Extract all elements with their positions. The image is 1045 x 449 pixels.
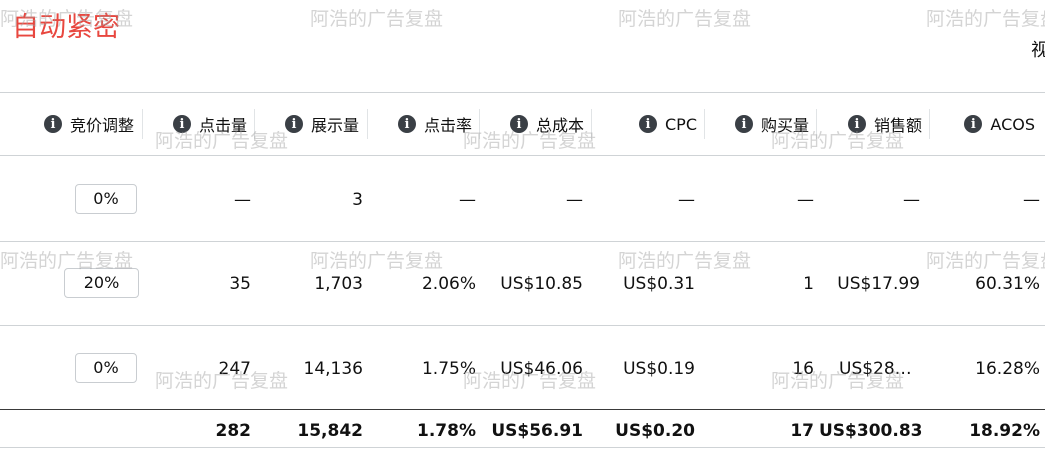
column-divider: [816, 109, 817, 139]
watermark: 阿浩的广告复盘: [618, 250, 752, 272]
info-icon[interactable]: i: [172, 115, 191, 133]
clicks-cell: —: [234, 190, 251, 210]
column-header-label: 竞价调整: [69, 116, 134, 135]
row-divider: [0, 241, 1045, 242]
total-cost: US$56.91: [491, 421, 583, 441]
info-icon[interactable]: i: [964, 115, 983, 133]
sales-cell: US$28…: [839, 359, 912, 379]
column-header-label: 销售额: [873, 116, 922, 135]
impressions-cell: 14,136: [303, 359, 363, 379]
acos-cell: 60.31%: [975, 274, 1040, 294]
column-divider: [929, 109, 930, 139]
ctr-cell: 2.06%: [421, 274, 476, 294]
column-header-label: 点击率: [423, 116, 472, 135]
column-header-total-cost[interactable]: i 总成本: [482, 92, 584, 156]
clicks-cell: 247: [218, 359, 251, 379]
total-impressions: 15,842: [297, 421, 363, 441]
table-header: i 竞价调整 i 点击量 i 展示量 i 点击率 i 总成本 i CPC i 购…: [0, 92, 1045, 156]
ctr-cell: 1.75%: [421, 359, 476, 379]
total-cpc: US$0.20: [615, 421, 695, 441]
column-header-label: CPC: [665, 114, 697, 134]
header-bottom-border: [0, 155, 1045, 156]
cpc-cell: —: [678, 190, 695, 210]
watermark: 阿浩的广告复盘: [926, 8, 1045, 30]
column-divider: [254, 109, 255, 139]
ctr-cell: —: [459, 190, 476, 210]
total-sales: US$300.83: [819, 421, 923, 441]
watermark: 阿浩的广告复盘: [310, 8, 444, 30]
cpc-cell: US$0.19: [623, 359, 695, 379]
row-divider: [0, 325, 1045, 326]
info-icon[interactable]: i: [284, 115, 303, 133]
column-header-purchases[interactable]: i 购买量: [707, 92, 809, 156]
info-icon[interactable]: i: [397, 115, 416, 133]
column-header-impressions[interactable]: i 展示量: [257, 92, 359, 156]
cost-cell: US$10.85: [500, 274, 583, 294]
sales-cell: —: [903, 190, 920, 210]
info-icon[interactable]: i: [639, 115, 657, 133]
watermark: 阿浩的广告复盘: [926, 250, 1045, 272]
bid-adjustment-input[interactable]: 0%: [75, 184, 137, 214]
column-header-label: 点击量: [198, 116, 247, 135]
total-clicks: 282: [215, 421, 252, 441]
column-header-label: 购买量: [760, 116, 809, 135]
column-divider: [704, 109, 705, 139]
impressions-cell: 3: [352, 190, 363, 210]
acos-cell: 16.28%: [975, 359, 1040, 379]
purchases-cell: 1: [803, 274, 814, 294]
cost-cell: US$46.06: [500, 359, 583, 379]
bid-adjustment-input[interactable]: 0%: [75, 353, 137, 383]
column-header-cpc[interactable]: i CPC: [594, 92, 697, 156]
column-header-label: 总成本: [535, 116, 584, 135]
column-header-ctr[interactable]: i 点击率: [369, 92, 472, 156]
cost-cell: —: [566, 190, 583, 210]
column-divider: [479, 109, 480, 139]
purchases-cell: 16: [792, 359, 814, 379]
page-title: 自动紧密: [12, 12, 120, 43]
column-divider: [142, 109, 143, 139]
watermark: 阿浩的广告复盘: [310, 250, 444, 272]
column-header-label: 展示量: [310, 116, 359, 135]
clicks-cell: 35: [229, 274, 251, 294]
total-purchases: 17: [790, 421, 814, 441]
column-divider: [367, 109, 368, 139]
watermark: 阿浩的广告复盘: [618, 8, 752, 30]
column-divider: [591, 109, 592, 139]
column-header-bid-adjustment[interactable]: i 竞价调整: [0, 92, 134, 156]
info-icon[interactable]: i: [734, 115, 753, 133]
column-toggle-label[interactable]: 视: [1031, 36, 1045, 62]
impressions-cell: 1,703: [314, 274, 363, 294]
totals-top-border: [0, 409, 1045, 410]
table-bottom-border: [0, 447, 1045, 448]
info-icon[interactable]: i: [509, 115, 528, 133]
info-icon[interactable]: i: [847, 115, 866, 133]
total-ctr: 1.78%: [417, 421, 476, 441]
acos-cell: —: [1023, 190, 1040, 210]
total-acos: 18.92%: [969, 421, 1040, 441]
purchases-cell: —: [797, 190, 814, 210]
bid-adjustment-input[interactable]: 20%: [64, 268, 139, 298]
cpc-cell: US$0.31: [623, 274, 695, 294]
column-header-clicks[interactable]: i 点击量: [144, 92, 247, 156]
info-icon[interactable]: i: [43, 115, 62, 133]
column-header-sales[interactable]: i 销售额: [819, 92, 922, 156]
column-header-acos[interactable]: i ACOS: [932, 92, 1035, 156]
column-header-label: ACOS: [990, 114, 1035, 134]
sales-cell: US$17.99: [837, 274, 920, 294]
